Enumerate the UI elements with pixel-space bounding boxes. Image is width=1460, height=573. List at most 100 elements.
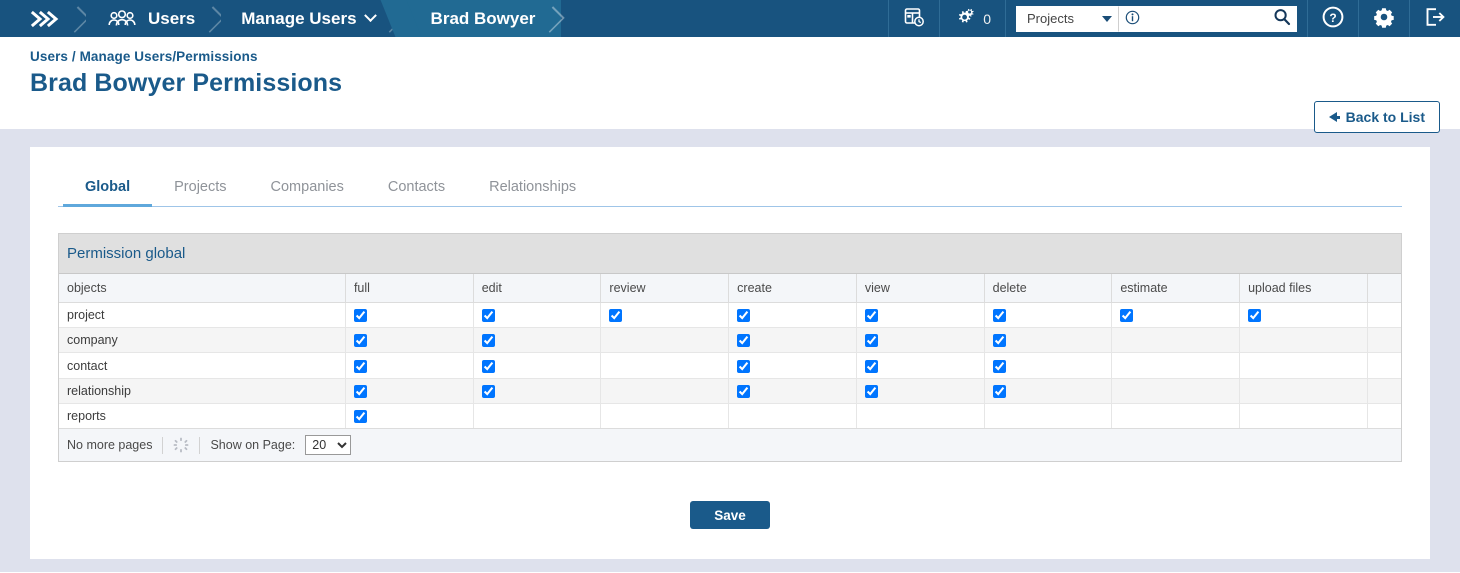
row-spacer-cell [1367, 352, 1401, 379]
spinner-refresh-icon[interactable] [173, 437, 189, 453]
users-group-icon [106, 9, 138, 29]
table-row: contact [59, 352, 1401, 379]
permissions-table: objects full edit review create view delete est… [59, 274, 1401, 429]
permission-checkbox-contact-full[interactable] [353, 359, 367, 373]
permission-cell [473, 403, 602, 429]
row-spacer-cell [1367, 378, 1401, 404]
tab-contacts[interactable]: Contacts [366, 173, 467, 207]
page-title: Brad Bowyer Permissions [30, 69, 343, 97]
permission-cell [473, 327, 602, 354]
breadcrumb-item-brad-bowyer[interactable]: Brad Bowyer [400, 0, 562, 37]
search-input[interactable] [1144, 10, 1269, 27]
breadcrumb-label-users: Users [148, 8, 196, 28]
permission-cell [1239, 352, 1368, 379]
permission-checkbox-company-delete[interactable] [992, 334, 1006, 348]
permission-cell [984, 327, 1113, 354]
help-button[interactable]: ? [1307, 0, 1358, 37]
permission-cell [1111, 403, 1241, 429]
permission-checkbox-contact-edit[interactable] [481, 359, 495, 373]
gear-icon [1373, 6, 1395, 31]
permission-checkbox-relationship-delete[interactable] [992, 384, 1006, 398]
row-spacer-cell [1367, 403, 1401, 429]
breadcrumb-item-manage-users[interactable]: Manage Users [221, 0, 401, 37]
save-button[interactable]: Save [690, 501, 770, 530]
permission-checkbox-relationship-edit[interactable] [481, 384, 495, 398]
tab-relationships[interactable]: Relationships [467, 173, 598, 207]
permission-checkbox-project-view[interactable] [864, 309, 878, 323]
permission-checkbox-project-delete[interactable] [992, 309, 1006, 323]
pagination-status: No more pages [67, 438, 153, 453]
column-header-objects: objects [59, 274, 346, 303]
permission-cell [345, 352, 474, 379]
permission-checkbox-company-full[interactable] [353, 334, 367, 348]
pending-settings-button[interactable]: 0 [939, 0, 1005, 37]
permission-cell [1111, 327, 1241, 354]
svg-text:?: ? [1329, 11, 1336, 25]
object-name-cell: company [59, 327, 346, 354]
permission-checkbox-project-estimate[interactable] [1120, 309, 1134, 323]
permission-checkbox-contact-create[interactable] [737, 359, 751, 373]
breadcrumb-nav: Users Manage Users Brad Bowyer [0, 0, 562, 37]
permission-cell [728, 302, 857, 329]
divider [162, 436, 164, 454]
info-circle-icon[interactable] [1125, 10, 1140, 28]
table-row: project [59, 302, 1401, 329]
permissions-table-body: project company contact relationship reports [59, 302, 1401, 429]
permission-cell [600, 327, 730, 354]
back-to-list-button[interactable]: Back to List [1313, 101, 1440, 133]
permission-checkbox-company-create[interactable] [737, 334, 751, 348]
back-to-list-label: Back to List [1345, 109, 1425, 125]
settings-button[interactable] [1358, 0, 1409, 37]
breadcrumb-label-brad-bowyer: Brad Bowyer [430, 8, 536, 28]
permission-checkbox-relationship-view[interactable] [864, 384, 878, 398]
permission-checkbox-contact-view[interactable] [864, 359, 878, 373]
permission-checkbox-project-upload-files[interactable] [1248, 309, 1262, 323]
permission-cell [984, 302, 1113, 329]
permission-checkbox-company-edit[interactable] [481, 334, 495, 348]
logout-button[interactable] [1409, 0, 1460, 37]
permission-cell [856, 378, 985, 404]
table-row: company [59, 327, 1401, 354]
permission-cell [728, 378, 857, 404]
permission-cell [856, 327, 985, 354]
breadcrumb-item-users[interactable]: Users [86, 0, 222, 37]
permissions-table-wrap: Permission global objects full edit review c… [58, 233, 1402, 463]
search-icon[interactable] [1273, 8, 1291, 29]
column-header-create: create [728, 274, 857, 303]
permission-checkbox-project-create[interactable] [737, 309, 751, 323]
tab-companies-label: Companies [270, 179, 344, 195]
tab-companies[interactable]: Companies [249, 173, 366, 207]
permission-checkbox-project-full[interactable] [353, 309, 367, 323]
app-logo[interactable] [0, 0, 86, 37]
arrow-left-icon [1328, 112, 1340, 122]
permission-checkbox-relationship-full[interactable] [353, 384, 367, 398]
permission-cell [345, 327, 474, 354]
search-field-wrap [1119, 5, 1297, 32]
tab-projects[interactable]: Projects [152, 173, 248, 207]
permission-cell [856, 403, 985, 429]
permission-cell [984, 403, 1113, 429]
permission-cell [600, 352, 730, 379]
page-size-select[interactable]: 2050100 [305, 435, 352, 456]
tab-projects-label: Projects [174, 179, 227, 195]
permission-cell [728, 352, 857, 379]
permission-checkbox-project-edit[interactable] [481, 309, 495, 323]
permission-cell [473, 302, 602, 329]
permission-checkbox-relationship-create[interactable] [737, 384, 751, 398]
permission-cell [1111, 352, 1241, 379]
chevron-down-icon [1102, 15, 1112, 22]
table-row: reports [59, 403, 1401, 429]
permission-cell [1239, 327, 1368, 354]
search-scope-select[interactable]: Projects [1016, 5, 1119, 32]
permission-checkbox-reports-full[interactable] [353, 410, 367, 424]
search-scope-value: Projects [1027, 11, 1074, 26]
schedule-button[interactable] [888, 0, 939, 37]
permission-checkbox-project-review[interactable] [609, 309, 623, 323]
permission-cell [345, 302, 474, 329]
column-header-view: view [856, 274, 985, 303]
permission-cell [1111, 378, 1241, 404]
permission-checkbox-contact-delete[interactable] [992, 359, 1006, 373]
tab-global[interactable]: Global [63, 173, 153, 207]
permission-checkbox-company-view[interactable] [864, 334, 878, 348]
chevron-down-icon[interactable] [363, 9, 377, 23]
